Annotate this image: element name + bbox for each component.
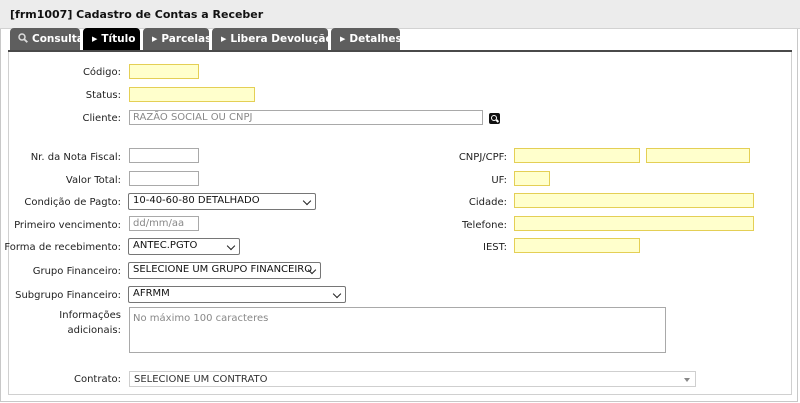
iest-label: IEST: [483, 242, 507, 253]
tab-detalhes[interactable]: ▶ Detalhes [331, 28, 402, 50]
tab-titulo[interactable]: ▶ Título [83, 28, 140, 50]
telefone-field[interactable] [514, 216, 754, 231]
arrow-right-icon: ▶ [152, 35, 158, 43]
condicao-pagto-value: 10-40-60-80 DETALHADO [133, 195, 260, 206]
valor-total-label: Valor Total: [65, 175, 121, 186]
chevron-down-icon [332, 289, 342, 299]
nota-fiscal-field[interactable] [129, 148, 199, 163]
window-title: [frm1007] Cadastro de Contas a Receber [10, 8, 264, 21]
cidade-field[interactable] [514, 193, 754, 208]
cpf-field[interactable] [646, 148, 750, 163]
codigo-field[interactable] [129, 64, 199, 79]
tab-label: Detalhes [349, 33, 402, 45]
primeiro-vencimento-label: Primeiro vencimento: [14, 220, 121, 231]
grupo-financeiro-value: SELECIONE UM GRUPO FINANCEIRO [133, 264, 313, 275]
arrow-right-icon: ▶ [92, 35, 98, 43]
cliente-label: Cliente: [82, 113, 121, 124]
condicao-pagto-select[interactable]: 10-40-60-80 DETALHADO [128, 193, 316, 210]
status-field[interactable] [129, 87, 255, 102]
tab-consulta[interactable]: Consulta [10, 28, 84, 50]
uf-label: UF: [491, 175, 507, 186]
triangle-down-icon [684, 378, 690, 382]
tab-label: Consulta [32, 33, 84, 45]
grupo-financeiro-select[interactable]: SELECIONE UM GRUPO FINANCEIRO [128, 262, 321, 279]
tab-label: Título [101, 33, 136, 45]
valor-total-field[interactable] [129, 171, 199, 186]
subgrupo-financeiro-label: Subgrupo Financeiro: [15, 290, 121, 301]
cliente-search-icon[interactable] [489, 113, 500, 124]
magnifier-icon [18, 33, 28, 43]
chevron-down-icon [226, 241, 236, 251]
primeiro-vencimento-field[interactable]: dd/mm/aa [129, 216, 199, 231]
cnpj-cpf-label: CNPJ/CPF: [458, 152, 507, 163]
status-label: Status: [85, 90, 121, 101]
arrow-right-icon: ▶ [340, 35, 346, 43]
contrato-select[interactable]: SELECIONE UM CONTRATO [129, 371, 696, 387]
title-bar: [frm1007] Cadastro de Contas a Receber [0, 0, 800, 29]
subgrupo-financeiro-value: AFRMM [133, 288, 170, 299]
cidade-label: Cidade: [468, 197, 507, 208]
cliente-field[interactable]: RAZÃO SOCIAL OU CNPJ [129, 110, 483, 125]
nota-fiscal-label: Nr. da Nota Fiscal: [30, 152, 121, 163]
tab-label: Parcelas [161, 33, 212, 45]
condicao-pagto-label: Condição de Pagto: [24, 197, 121, 208]
arrow-right-icon: ▶ [221, 35, 227, 43]
grupo-financeiro-label: Grupo Financeiro: [32, 266, 121, 277]
tab-label: Libera Devolução [230, 33, 333, 45]
cnpj-field[interactable] [514, 148, 640, 163]
tab-libera-devolucao[interactable]: ▶ Libera Devolução [212, 28, 333, 50]
subgrupo-financeiro-select[interactable]: AFRMM [128, 286, 346, 303]
informacoes-label: Informações adicionais: [59, 310, 121, 336]
contrato-value: SELECIONE UM CONTRATO [134, 374, 268, 385]
codigo-label: Código: [82, 67, 121, 78]
forma-recebimento-select[interactable]: ANTEC.PGTO [128, 238, 240, 255]
uf-field[interactable] [514, 171, 550, 186]
forma-recebimento-label: Forma de recebimento: [4, 242, 121, 253]
tab-parcelas[interactable]: ▶ Parcelas [143, 28, 212, 50]
informacoes-textarea[interactable]: No máximo 100 caracteres [129, 307, 666, 353]
iest-field[interactable] [514, 238, 640, 253]
forma-recebimento-value: ANTEC.PGTO [133, 240, 198, 251]
chevron-down-icon [302, 196, 312, 206]
telefone-label: Telefone: [462, 220, 507, 231]
contrato-label: Contrato: [73, 374, 121, 385]
